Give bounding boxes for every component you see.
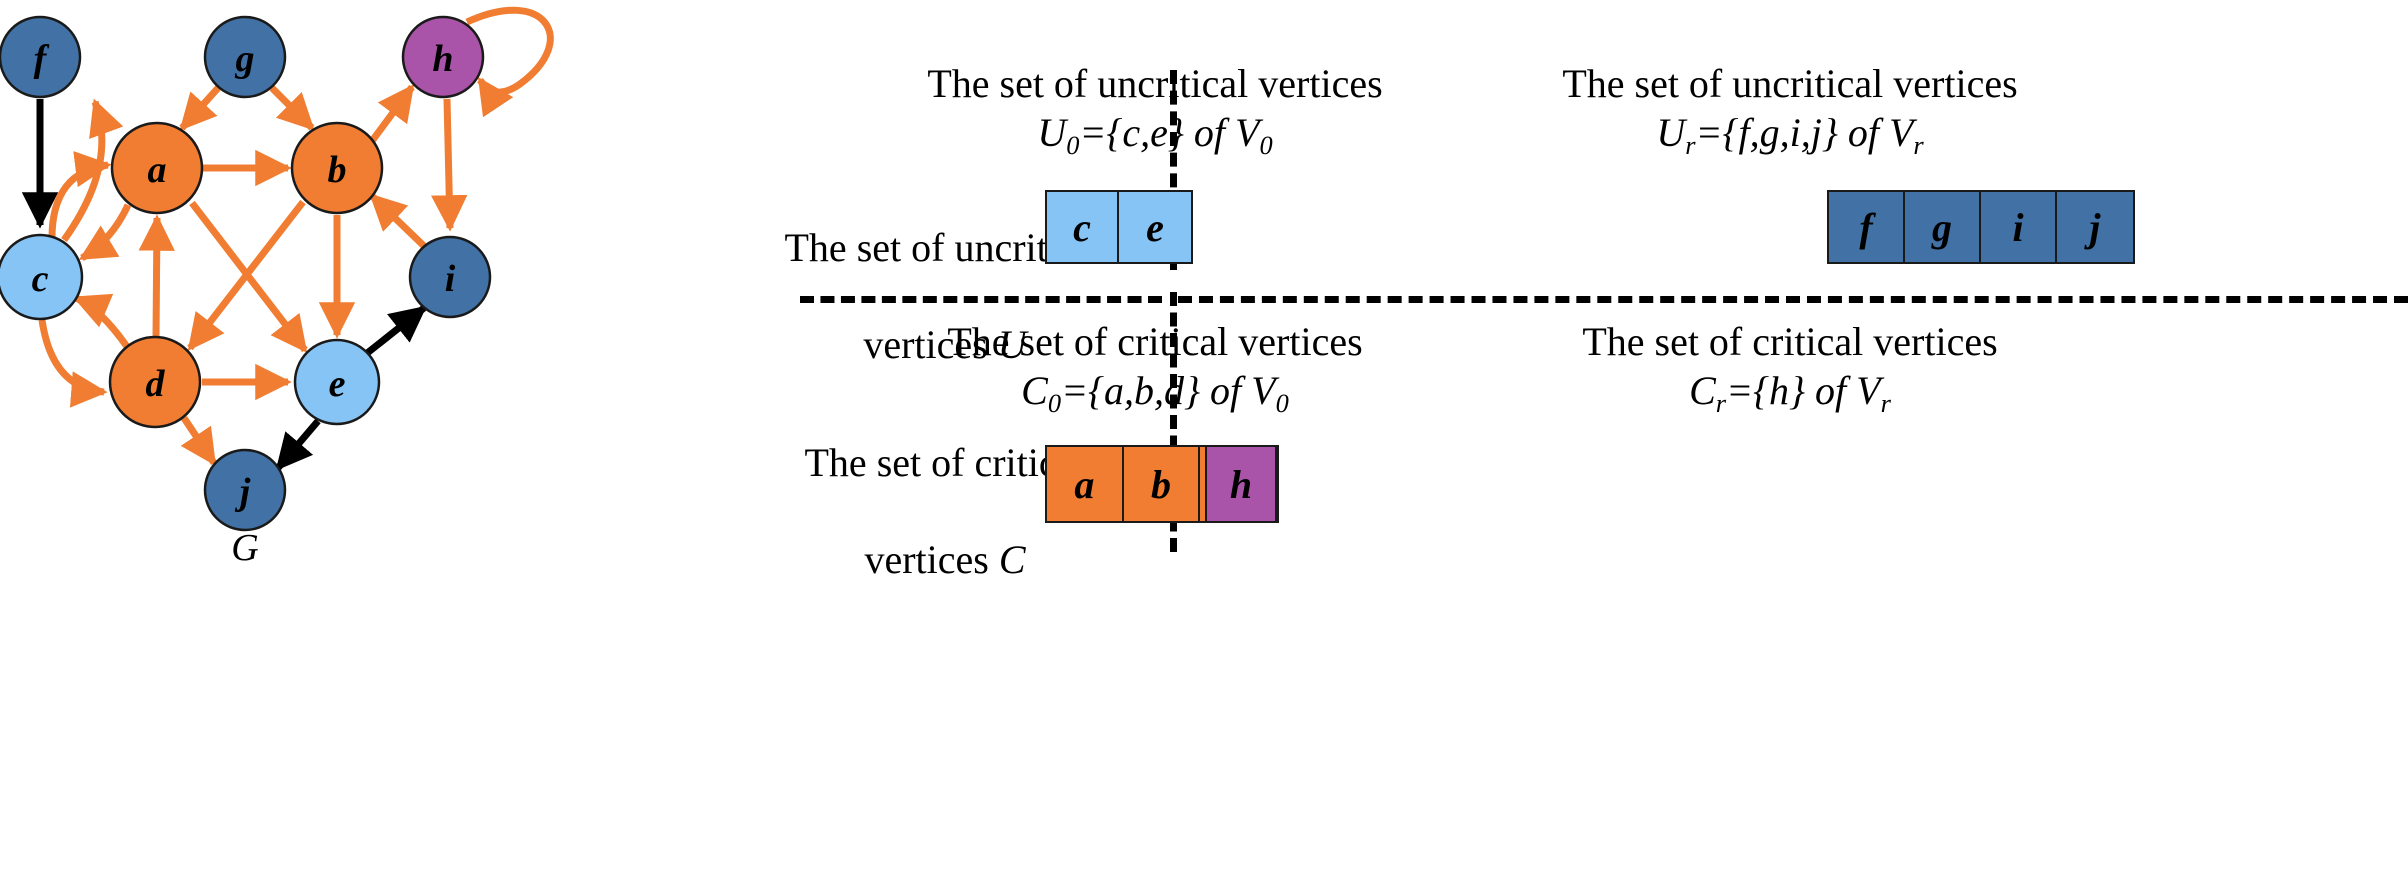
caption-cr-equation: ={h} of [1726, 367, 1857, 413]
caption-c0-symbol: C [1021, 367, 1048, 413]
caption-ur: The set of uncritical vertices Ur={f,g,i… [1200, 60, 2380, 161]
row-label-critical-line2: vertices [864, 537, 999, 583]
caption-ur-of-subscript: r [1913, 129, 1924, 160]
node-label-g: g [235, 38, 255, 80]
node-label-d: d [146, 363, 166, 405]
edge-c-d [38, 319, 108, 408]
caption-ur-of-symbol: V [1888, 109, 1914, 155]
figure-root: fghabcidej G The set of uncritical verti… [0, 0, 2408, 871]
graph-node-c: c [0, 233, 84, 321]
cell-c0-b: b [1123, 447, 1201, 521]
cell-ur-i: i [1981, 192, 2057, 262]
caption-cr: The set of critical vertices Cr={h} of V… [1200, 318, 2380, 419]
cell-cr-h: h [1207, 447, 1275, 521]
caption-ur-line1: The set of uncritical vertices [1562, 61, 2018, 106]
graph-diagram: f g h a b c i d e j G [0, 6, 554, 569]
edge-e-i [363, 305, 427, 357]
edge-i-b [369, 193, 427, 249]
caption-ur-line2: Ur={f,g,i,j} of Vr [1200, 109, 2380, 161]
caption-cr-of-subscript: r [1880, 387, 1891, 418]
row-label-critical-symbol: C [998, 537, 1026, 583]
node-label-c: c [32, 258, 49, 300]
graph-node-a: a [110, 121, 204, 215]
edge-d-c [72, 293, 131, 351]
graph-node-f: f [0, 15, 82, 99]
graph-node-j: j [203, 448, 287, 532]
cell-u0-c: c [1047, 192, 1120, 262]
graph-node-h: h [401, 15, 485, 99]
cell-ur-f: f [1829, 192, 1905, 262]
graph-caption: G [231, 527, 258, 569]
node-label-h: h [432, 38, 453, 80]
caption-ur-symbol: U [1656, 109, 1686, 155]
cell-strip-u0: ce [1045, 190, 1193, 264]
caption-u0-subscript: 0 [1066, 129, 1080, 160]
caption-cr-line2: Cr={h} of Vr [1200, 367, 2380, 419]
cell-strip-cr: h [1205, 445, 1277, 523]
edge-g-a [179, 85, 221, 131]
graph-node-g: g [203, 15, 287, 99]
cell-u0-e: e [1119, 192, 1191, 262]
caption-c0-subscript: 0 [1047, 387, 1062, 418]
caption-u0-symbol: U [1037, 109, 1067, 155]
edge-e-j [275, 418, 321, 471]
edge-g-b [269, 85, 315, 131]
cell-ur-j: j [2057, 192, 2133, 262]
node-label-a: a [148, 149, 167, 191]
caption-cr-subscript: r [1715, 387, 1727, 418]
caption-ur-subscript: r [1685, 129, 1696, 160]
caption-cr-of-symbol: V [1856, 367, 1881, 413]
node-label-e: e [329, 363, 346, 405]
edge-a-c [78, 203, 132, 262]
set-panel: The set of uncritical vertices U The set… [785, 0, 2408, 871]
row-label-critical-line1: The set of critical [804, 439, 1086, 485]
cell-strip-ur: fgij [1827, 190, 2135, 264]
graph-node-b: b [290, 121, 384, 215]
edge-d-a [138, 214, 175, 339]
caption-cr-line1: The set of critical vertices [1582, 319, 1998, 364]
node-label-i: i [445, 258, 456, 300]
divider-horizontal-right [1178, 296, 2408, 303]
graph-node-d: d [108, 335, 202, 429]
node-label-b: b [328, 149, 347, 191]
caption-cr-symbol: C [1689, 367, 1716, 413]
caption-ur-equation: ={f,g,i,j} of [1695, 109, 1889, 155]
cell-c0-a: a [1047, 447, 1124, 521]
edge-b-h [369, 84, 415, 144]
graph-node-e: e [293, 338, 381, 426]
graph-panel: f g h a b c i d e j G [0, 0, 800, 871]
edge-d-j [180, 416, 217, 467]
graph-node-i: i [408, 235, 492, 319]
edge-h-i [431, 98, 468, 232]
cell-ur-g: g [1905, 192, 1981, 262]
